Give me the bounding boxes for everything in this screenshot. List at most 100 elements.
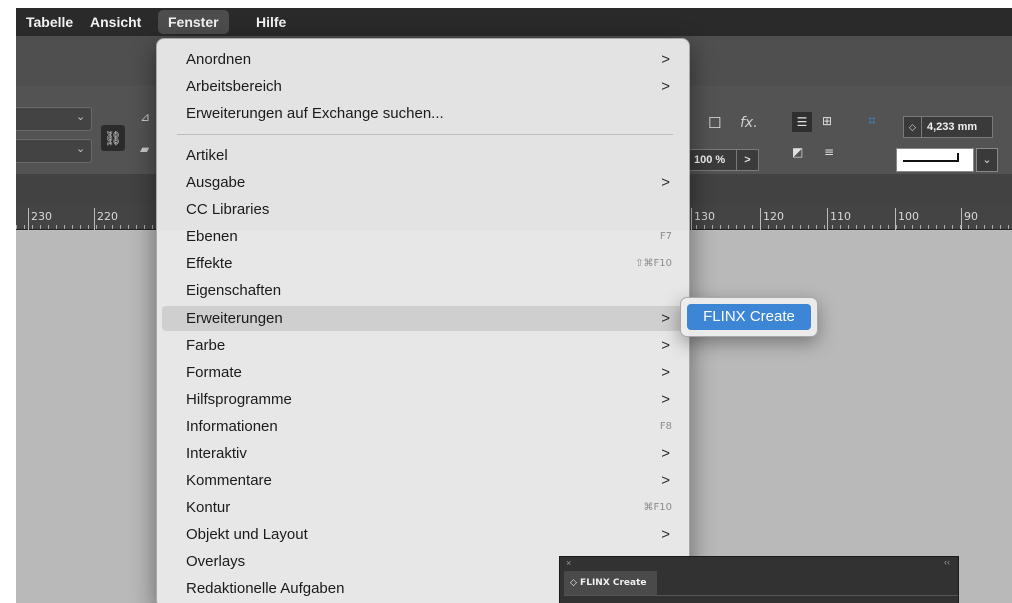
- menu-item-label: Informationen: [186, 418, 278, 435]
- dimension-link-icon[interactable]: ⌗: [868, 113, 876, 129]
- stepper-icon[interactable]: ◇: [904, 117, 922, 137]
- stroke-weight-value: 4,233 mm: [927, 121, 978, 133]
- chevron-right-icon: >: [661, 310, 670, 327]
- ruler-tick: [760, 208, 761, 230]
- ruler-tick: [94, 208, 95, 230]
- opacity-field[interactable]: 100 % >: [689, 149, 759, 171]
- menu-item-label: Ebenen: [186, 228, 238, 245]
- ruler-label: 90: [964, 210, 978, 223]
- chain-link-icon[interactable]: ⛓: [101, 125, 125, 151]
- menu-item-label: Formate: [186, 364, 242, 381]
- drop-shadow-icon[interactable]: ◩: [792, 145, 803, 159]
- frame-icon[interactable]: ☐: [708, 114, 721, 132]
- submenu-item-flinx-create[interactable]: FLINX Create: [687, 304, 811, 330]
- menu-item-eigenschaften[interactable]: Eigenschaften: [162, 280, 684, 302]
- menu-item-label: Ausgabe: [186, 174, 246, 191]
- align-justify-icon[interactable]: ⊞: [822, 114, 832, 128]
- ruler-tick: [28, 208, 29, 230]
- app-window: Tabelle Ansicht Fenster Hilfe ⌄ ⌄ ⊿ ▰ ☐ …: [16, 8, 1012, 603]
- menubar-tabelle[interactable]: Tabelle: [16, 8, 83, 36]
- menubar-fenster[interactable]: Fenster: [158, 10, 229, 34]
- chevron-right-icon: >: [661, 174, 670, 191]
- menu-bar: Tabelle Ansicht Fenster Hilfe: [16, 8, 1012, 36]
- opacity-arrow[interactable]: >: [736, 150, 758, 170]
- menu-item-farbe[interactable]: Farbe >: [162, 335, 684, 357]
- menu-item-exchange[interactable]: Erweiterungen auf Exchange suchen...: [162, 103, 684, 125]
- fx-label[interactable]: fx.: [740, 115, 758, 131]
- shear-icon: ▰: [140, 142, 150, 156]
- ruler-tick: [827, 208, 828, 230]
- menu-item-label: Erweiterungen auf Exchange suchen...: [186, 105, 444, 122]
- menu-item-kontur[interactable]: Kontur ⌘F10: [162, 497, 684, 519]
- menu-item-kommentare[interactable]: Kommentare >: [162, 470, 684, 492]
- menu-item-label: Effekte: [186, 255, 233, 272]
- erweiterungen-submenu: FLINX Create: [680, 297, 818, 337]
- panel-tab-flinx-create[interactable]: ◇ FLINX Create: [564, 571, 657, 595]
- stroke-weight-field[interactable]: ◇ 4,233 mm: [903, 116, 993, 138]
- menu-item-label: Kommentare: [186, 472, 272, 489]
- menu-item-interaktiv[interactable]: Interaktiv >: [162, 443, 684, 465]
- menu-item-informationen[interactable]: Informationen F8: [162, 416, 684, 438]
- menu-separator: [177, 134, 673, 135]
- align-center-icon[interactable]: ☰: [792, 112, 812, 132]
- chevron-right-icon: >: [661, 391, 670, 408]
- chevron-right-icon: >: [661, 78, 670, 95]
- chevron-right-icon: >: [661, 526, 670, 543]
- chevron-down-icon[interactable]: ⌄: [76, 110, 85, 123]
- fenster-menu: Anordnen > Arbeitsbereich > Erweiterunge…: [156, 38, 690, 603]
- opacity-value: 100 %: [694, 154, 726, 166]
- menu-item-ausgabe[interactable]: Ausgabe >: [162, 172, 684, 194]
- angle-icon: ⊿: [140, 110, 151, 124]
- menu-item-label: Erweiterungen: [186, 310, 283, 327]
- menu-item-hilfsprogramme[interactable]: Hilfsprogramme >: [162, 389, 684, 411]
- panel-tab-divider: [564, 595, 958, 596]
- ruler-tick: [691, 208, 692, 230]
- chevron-right-icon: >: [661, 445, 670, 462]
- menubar-hilfe[interactable]: Hilfe: [246, 8, 296, 36]
- ruler-tick: [895, 208, 896, 230]
- ruler-label: 120: [763, 210, 784, 223]
- menu-item-artikel[interactable]: Artikel: [162, 145, 684, 167]
- chevron-right-icon: >: [661, 51, 670, 68]
- menu-item-cc-libraries[interactable]: CC Libraries: [162, 199, 684, 221]
- ruler-label: 110: [830, 210, 851, 223]
- menu-item-label: Redaktionelle Aufgaben: [186, 580, 345, 597]
- shortcut-label: F8: [659, 421, 672, 432]
- menu-item-ebenen[interactable]: Ebenen F7: [162, 226, 684, 248]
- flinx-create-panel: × ‹‹ ◇ FLINX Create: [559, 556, 959, 603]
- menu-item-effekte[interactable]: Effekte ⇧⌘F10: [162, 253, 684, 275]
- close-icon[interactable]: ×: [566, 558, 571, 568]
- shortcut-label: ⌘F10: [643, 502, 672, 513]
- menu-item-label: Farbe: [186, 337, 226, 354]
- ruler-label: 130: [694, 210, 715, 223]
- ruler-tick: [961, 208, 962, 230]
- collapse-icon[interactable]: ‹‹: [944, 557, 950, 567]
- stroke-type-dropdown[interactable]: ⌄: [976, 148, 998, 172]
- menu-item-label: Arbeitsbereich: [186, 78, 282, 95]
- menu-item-label: Interaktiv: [186, 445, 247, 462]
- menubar-ansicht[interactable]: Ansicht: [80, 8, 151, 36]
- chevron-right-icon: >: [661, 472, 670, 489]
- chevron-down-icon[interactable]: ⌄: [76, 142, 85, 155]
- menu-item-objekt-und-layout[interactable]: Objekt und Layout >: [162, 524, 684, 546]
- menu-item-label: Objekt und Layout: [186, 526, 308, 543]
- menu-item-arbeitsbereich[interactable]: Arbeitsbereich >: [162, 76, 684, 98]
- menu-item-label: Kontur: [186, 499, 231, 516]
- menu-item-label: Anordnen: [186, 51, 252, 68]
- menu-item-anordnen[interactable]: Anordnen >: [162, 49, 684, 71]
- menu-item-erweiterungen[interactable]: Erweiterungen >: [162, 306, 684, 331]
- menu-item-label: CC Libraries: [186, 201, 270, 218]
- ruler-label: 220: [97, 210, 118, 223]
- menu-item-formate[interactable]: Formate >: [162, 362, 684, 384]
- shortcut-label: ⇧⌘F10: [635, 258, 672, 269]
- stroke-type-preview[interactable]: [896, 148, 974, 172]
- menu-item-label: Artikel: [186, 147, 228, 164]
- chevron-right-icon: >: [661, 337, 670, 354]
- wrap-icon[interactable]: ≡: [824, 145, 834, 159]
- ruler-label: 100: [898, 210, 919, 223]
- menu-item-label: Eigenschaften: [186, 282, 282, 299]
- menu-item-label: Hilfsprogramme: [186, 391, 292, 408]
- menu-item-label: Overlays: [186, 553, 246, 570]
- shortcut-label: F7: [659, 231, 672, 242]
- ruler-label: 230: [31, 210, 52, 223]
